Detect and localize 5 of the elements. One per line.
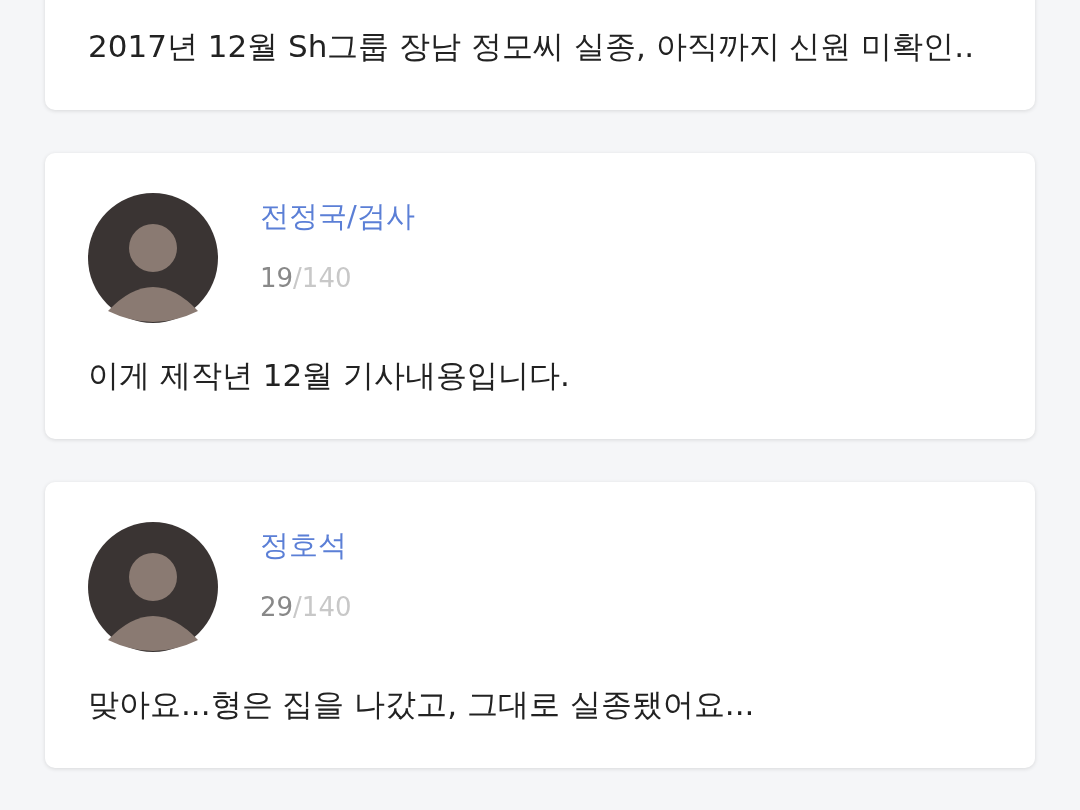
post-text: 이게 제작년 12월 기사내용입니다. xyxy=(88,356,571,395)
post-text: 맞아요...형은 집을 나갔고, 그대로 실종됐어요... xyxy=(88,685,756,724)
post-text: 2017년 12월 Sh그룹 장남 정모씨 실종, 아직까지 신원 미확인.. xyxy=(88,27,976,66)
author-name: 전정국/검사 xyxy=(260,198,415,235)
author-name: 정호석 xyxy=(260,527,348,564)
